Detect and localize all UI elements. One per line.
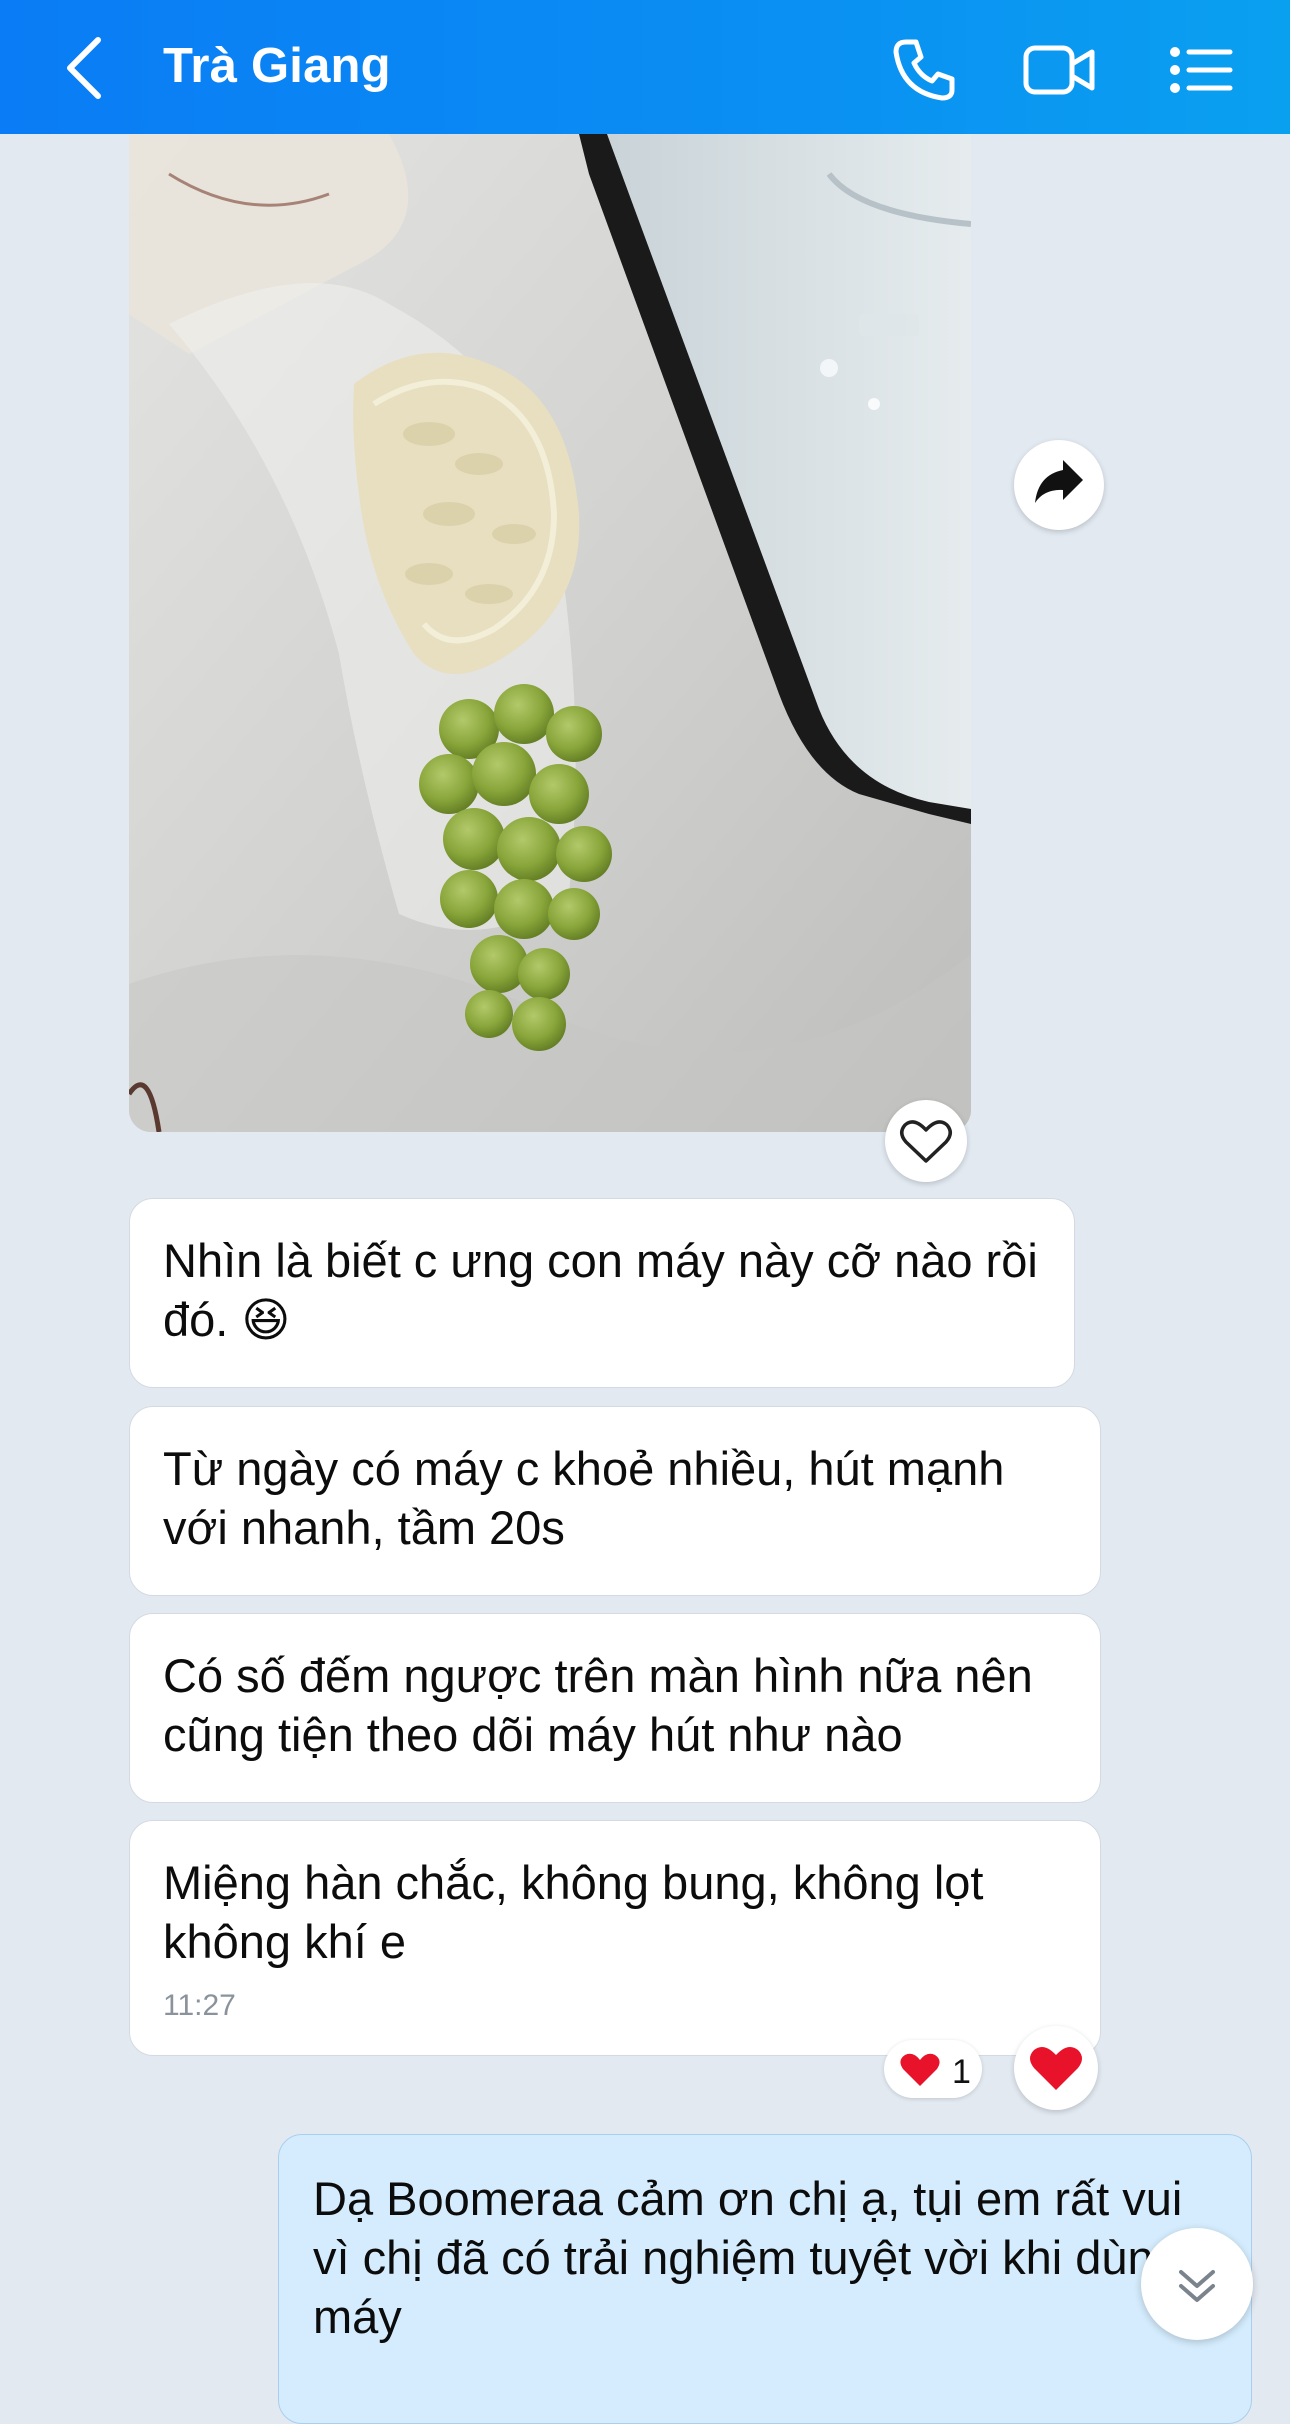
share-arrow-icon: [1035, 460, 1083, 503]
chat-header: Trà Giang: [0, 0, 1290, 134]
forward-button[interactable]: [1014, 440, 1104, 530]
message-text: Miệng hàn chắc, không bung, không lọt kh…: [163, 1856, 984, 1968]
video-call-icon[interactable]: [1020, 30, 1100, 110]
message-text: Từ ngày có máy c khoẻ nhiều, hút mạnh vớ…: [163, 1442, 1005, 1554]
reaction-summary[interactable]: 1: [884, 2040, 982, 2098]
outgoing-message-bubble[interactable]: Dạ Boomeraa cảm ơn chị ạ, tụi em rất vui…: [278, 2134, 1252, 2424]
heart-reaction-button[interactable]: [1014, 2026, 1098, 2110]
reaction-count: 1: [952, 2053, 971, 2091]
message-bubble[interactable]: Từ ngày có máy c khoẻ nhiều, hút mạnh vớ…: [129, 1406, 1101, 1596]
message-text: Có số đếm ngược trên màn hình nữa nên cũ…: [163, 1649, 1033, 1761]
scroll-to-bottom-button[interactable]: [1141, 2228, 1253, 2340]
red-heart-icon: [1030, 2046, 1082, 2090]
message-bubble[interactable]: Có số đếm ngược trên màn hình nữa nên cũ…: [129, 1613, 1101, 1803]
menu-list-icon[interactable]: [1160, 30, 1240, 110]
outgoing-message-text: Dạ Boomeraa cảm ơn chị ạ, tụi em rất vui…: [313, 2172, 1183, 2343]
phone-call-icon[interactable]: [884, 30, 964, 110]
message-bubble[interactable]: Nhìn là biết c ưng con máy này cỡ nào rồ…: [129, 1198, 1075, 1388]
photo-message[interactable]: [129, 134, 971, 1132]
red-heart-icon: [900, 2053, 940, 2086]
double-chevron-down-icon: [1179, 2270, 1215, 2302]
message-timestamp: 11:27: [163, 1989, 236, 2022]
chat-title[interactable]: Trà Giang: [163, 38, 391, 94]
heart-outline-icon: [900, 1120, 952, 1163]
back-arrow-icon[interactable]: [58, 34, 118, 102]
vacuum-sealed-food-photo: [129, 134, 971, 1132]
message-text: Nhìn là biết c ưng con máy này cỡ nào rồ…: [163, 1234, 1038, 1346]
react-heart-button[interactable]: [885, 1100, 967, 1182]
message-bubble[interactable]: Miệng hàn chắc, không bung, không lọt kh…: [129, 1820, 1101, 2056]
